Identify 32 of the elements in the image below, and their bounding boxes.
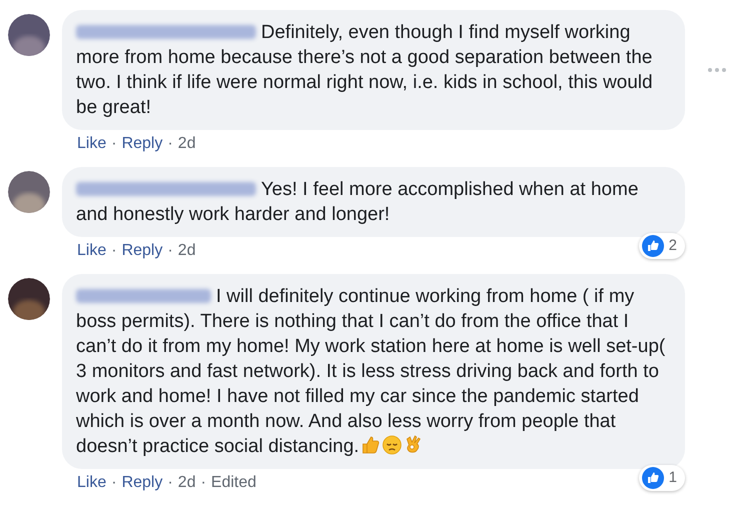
thumbs-up-icon [360, 435, 380, 455]
separator-dot: · [110, 134, 118, 154]
comment-meta: Edited [211, 473, 256, 493]
action-link[interactable]: Like [77, 472, 106, 494]
reaction-count: 2 [668, 236, 677, 256]
action-link[interactable]: Reply [122, 133, 163, 155]
like-icon [642, 466, 664, 489]
action-link[interactable]: Reply [122, 240, 163, 262]
sad-face-icon [382, 435, 402, 455]
action-link[interactable]: Reply [122, 472, 163, 494]
comment-meta: 2d [178, 134, 196, 154]
separator-dot: · [200, 473, 208, 493]
separator-dot: · [110, 473, 118, 493]
like-icon [642, 234, 664, 257]
more-options-icon[interactable] [707, 67, 727, 73]
reaction-count: 1 [668, 468, 677, 488]
comment-text: Definitely, even though I find myself working more from home because there’s not a good separation between the two. I think if life were normal right now, i.e. kids in school, this would be great! [76, 21, 654, 120]
separator-dot: · [166, 134, 174, 154]
comment-meta: 2d [178, 241, 196, 261]
action-link[interactable]: Like [77, 133, 106, 155]
reaction-badge[interactable]: 2 [638, 232, 685, 259]
reaction-badge[interactable]: 1 [638, 464, 685, 491]
comment-text: Yes! I feel more accomplished when at home and honestly work harder and longer! [76, 178, 640, 227]
action-link[interactable]: Like [77, 240, 106, 262]
avatar-icon [8, 278, 50, 320]
comment-meta: 2d [178, 473, 196, 493]
separator-dot: · [166, 241, 174, 261]
separator-dot: · [110, 241, 118, 261]
comment-text: I will definitely continue working from home ( if my boss permits). There is nothing that I can’t do from the office that I can’t do it from my home! My work station here at home is well set-up( 3 monitors and fast network). It is less stress driving back and forth to work and home! I have not filled my car since the pandemic started which is over a month now. And also less worry from people that doesn’t practice social distancing. [76, 285, 666, 459]
avatar-icon [8, 171, 50, 213]
separator-dot: · [166, 473, 174, 493]
avatar-icon [8, 14, 50, 56]
